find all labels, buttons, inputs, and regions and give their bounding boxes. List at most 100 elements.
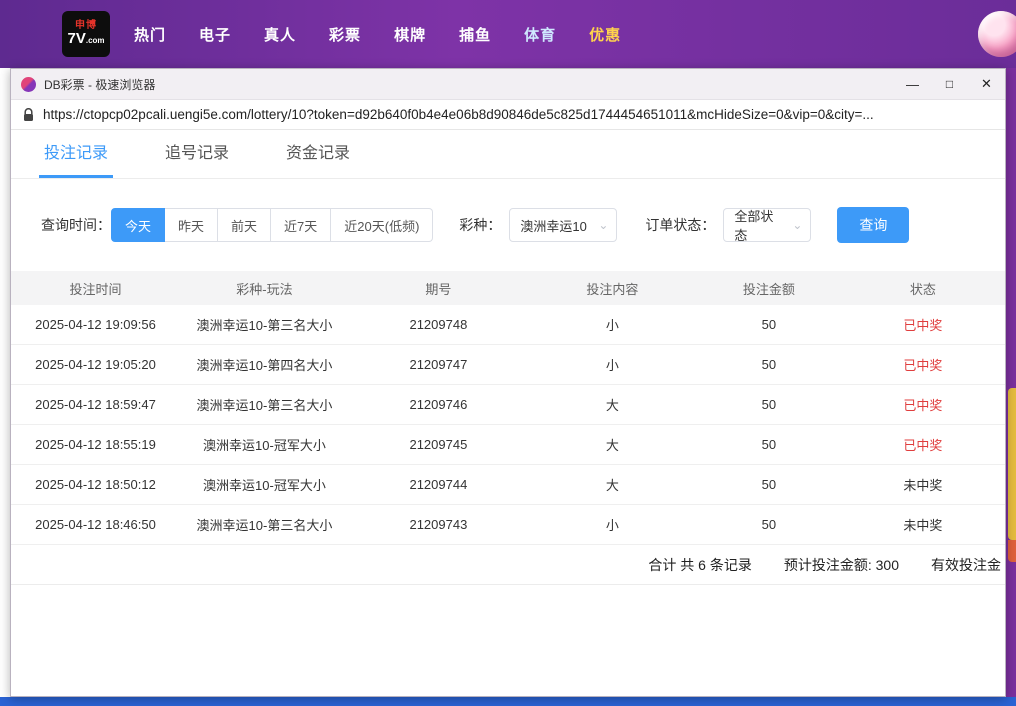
cell-content: 大 xyxy=(605,478,619,493)
nav-item[interactable]: 体育 xyxy=(524,24,556,45)
tab-bet-records[interactable]: 投注记录 xyxy=(39,139,114,178)
minimize-button[interactable]: — xyxy=(894,69,931,99)
table-body: 2025-04-12 19:09:56 澳洲幸运10-第三名大小 21209748 小… xyxy=(11,305,1005,545)
column-header: 投注金额 xyxy=(742,281,795,297)
cell-time: 2025-04-12 19:05:20 xyxy=(35,357,156,372)
cell-content: 小 xyxy=(605,318,619,333)
cell-time: 2025-04-12 18:55:19 xyxy=(35,437,156,452)
address-bar[interactable]: https://ctopcp02pcali.uengi5e.com/lotter… xyxy=(11,100,1005,130)
window-controls: — □ ✕ xyxy=(894,69,1005,99)
column-header: 投注内容 xyxy=(586,281,639,297)
nav-item[interactable]: 棋牌 xyxy=(394,24,426,45)
cell-time: 2025-04-12 18:50:12 xyxy=(35,477,156,492)
cell-status: 已中奖 xyxy=(903,398,943,413)
column-header: 彩种-玩法 xyxy=(236,281,293,297)
column-header: 期号 xyxy=(425,281,452,297)
cell-content: 小 xyxy=(605,358,619,373)
table-row: 2025-04-12 18:55:19 澳洲幸运10-冠军大小 21209745 大 5… xyxy=(11,425,1005,465)
filter-bar: 查询时间： 今天 昨天 前天 近7天 近20天(低频) 彩种： 澳洲幸运10 ⌄ 订单状… xyxy=(11,179,1005,271)
table-row: 2025-04-12 18:59:47 澳洲幸运10-第三名大小 21209746 大… xyxy=(11,385,1005,425)
nav-item[interactable]: 电子 xyxy=(199,24,231,45)
cell-content: 小 xyxy=(605,518,619,533)
cell-issue: 21209743 xyxy=(409,517,468,532)
cell-game: 澳洲幸运10-第三名大小 xyxy=(196,398,333,413)
floating-side-widget[interactable] xyxy=(1008,388,1016,562)
cell-amount: 50 xyxy=(761,317,777,332)
summary-row: 合计 共 6 条记录 预计投注金额: 300 有效投注金 xyxy=(11,545,1005,585)
nav-item[interactable]: 彩票 xyxy=(329,24,361,45)
order-status-value: 全部状态 xyxy=(734,209,774,243)
cell-game: 澳洲幸运10-第四名大小 xyxy=(196,358,333,373)
logo-text-main: 7V.com xyxy=(67,30,105,48)
tab-fund-records[interactable]: 资金记录 xyxy=(281,139,355,178)
cell-game: 澳洲幸运10-冠军大小 xyxy=(203,478,326,493)
close-button[interactable]: ✕ xyxy=(968,69,1005,99)
order-status-label: 订单状态： xyxy=(645,217,716,233)
table-row: 2025-04-12 18:46:50 澳洲幸运10-第三名大小 21209743 小… xyxy=(11,505,1005,545)
user-avatar[interactable] xyxy=(978,11,1016,57)
summary-valid-amount: 有效投注金 xyxy=(931,556,1001,573)
cell-game: 澳洲幸运10-冠军大小 xyxy=(203,438,326,453)
page-background-strip xyxy=(1006,68,1016,697)
cell-game: 澳洲幸运10-第三名大小 xyxy=(196,318,333,333)
cell-issue: 21209746 xyxy=(409,397,468,412)
url-text[interactable]: https://ctopcp02pcali.uengi5e.com/lotter… xyxy=(43,107,874,122)
query-button[interactable]: 查询 xyxy=(837,207,910,243)
cell-issue: 21209747 xyxy=(409,357,468,372)
table-row: 2025-04-12 18:50:12 澳洲幸运10-冠军大小 21209744 大 5… xyxy=(11,465,1005,505)
cell-amount: 50 xyxy=(761,477,777,492)
column-header: 投注时间 xyxy=(69,281,122,297)
table-row: 2025-04-12 19:09:56 澳洲幸运10-第三名大小 21209748 小… xyxy=(11,305,1005,345)
chevron-down-icon: ⌄ xyxy=(598,218,609,232)
cell-game: 澳洲幸运10-第三名大小 xyxy=(196,518,333,533)
lottery-select[interactable]: 澳洲幸运10 ⌄ xyxy=(509,208,618,242)
cell-amount: 50 xyxy=(761,397,777,412)
tab-chase-records[interactable]: 追号记录 xyxy=(160,139,234,178)
nav-item[interactable]: 捕鱼 xyxy=(459,24,491,45)
cell-status: 已中奖 xyxy=(903,358,943,373)
chevron-down-icon: ⌄ xyxy=(792,218,803,232)
cell-status: 未中奖 xyxy=(903,478,943,493)
window-title: DB彩票 - 极速浏览器 xyxy=(44,77,156,92)
cell-status: 已中奖 xyxy=(903,318,943,333)
cell-time: 2025-04-12 19:09:56 xyxy=(35,317,156,332)
cell-status: 已中奖 xyxy=(903,438,943,453)
browser-window: DB彩票 - 极速浏览器 — □ ✕ https://ctopcp02pcali… xyxy=(10,68,1006,697)
bottom-bar xyxy=(0,697,1016,706)
time-filter-group: 今天 昨天 前天 近7天 近20天(低频) xyxy=(111,208,434,242)
time-filter-label: 查询时间： xyxy=(41,217,111,233)
time-filter-button[interactable]: 昨天 xyxy=(165,208,219,242)
time-filter-button[interactable]: 近20天(低频) xyxy=(331,208,434,242)
nav-menu: 热门 电子 真人 彩票 棋牌 捕鱼 体育 优惠 xyxy=(134,24,621,45)
column-header: 状态 xyxy=(909,281,936,297)
cell-content: 大 xyxy=(605,398,619,413)
maximize-button[interactable]: □ xyxy=(931,69,968,99)
nav-item[interactable]: 热门 xyxy=(134,24,166,45)
summary-total: 合计 共 6 条记录 xyxy=(648,556,752,573)
site-logo[interactable]: 申博 7V.com xyxy=(62,11,110,57)
lottery-filter-label: 彩种： xyxy=(459,217,502,233)
cell-amount: 50 xyxy=(761,437,777,452)
time-filter-button[interactable]: 近7天 xyxy=(271,208,332,242)
site-favicon-icon xyxy=(21,76,36,92)
table-row: 2025-04-12 19:05:20 澳洲幸运10-第四名大小 21209747 小… xyxy=(11,345,1005,385)
window-titlebar: DB彩票 - 极速浏览器 — □ ✕ xyxy=(11,69,1005,100)
cell-issue: 21209745 xyxy=(409,437,468,452)
site-top-nav: 申博 7V.com 热门 电子 真人 彩票 棋牌 捕鱼 体育 优惠 xyxy=(0,0,1016,68)
cell-time: 2025-04-12 18:59:47 xyxy=(35,397,156,412)
cell-issue: 21209744 xyxy=(409,477,468,492)
cell-issue: 21209748 xyxy=(409,317,468,332)
page-content: 投注记录 追号记录 资金记录 查询时间： 今天 昨天 前天 近7天 近20天(低频) 彩… xyxy=(11,130,1005,696)
screen: 申博 7V.com 热门 电子 真人 彩票 棋牌 捕鱼 体育 优惠 DB彩票 - 极速浏览器 … xyxy=(0,0,1016,706)
time-filter-button[interactable]: 今天 xyxy=(111,208,166,242)
lock-icon xyxy=(23,107,34,122)
nav-item[interactable]: 优惠 xyxy=(589,24,621,45)
cell-amount: 50 xyxy=(761,517,777,532)
order-status-select[interactable]: 全部状态 ⌄ xyxy=(723,208,812,243)
time-filter-button[interactable]: 前天 xyxy=(218,208,272,242)
nav-item[interactable]: 真人 xyxy=(264,24,296,45)
tab-bar: 投注记录 追号记录 资金记录 xyxy=(11,130,1005,179)
summary-expected-amount: 预计投注金额: 300 xyxy=(783,556,899,573)
cell-content: 大 xyxy=(605,438,619,453)
lottery-select-value: 澳洲幸运10 xyxy=(520,218,587,234)
